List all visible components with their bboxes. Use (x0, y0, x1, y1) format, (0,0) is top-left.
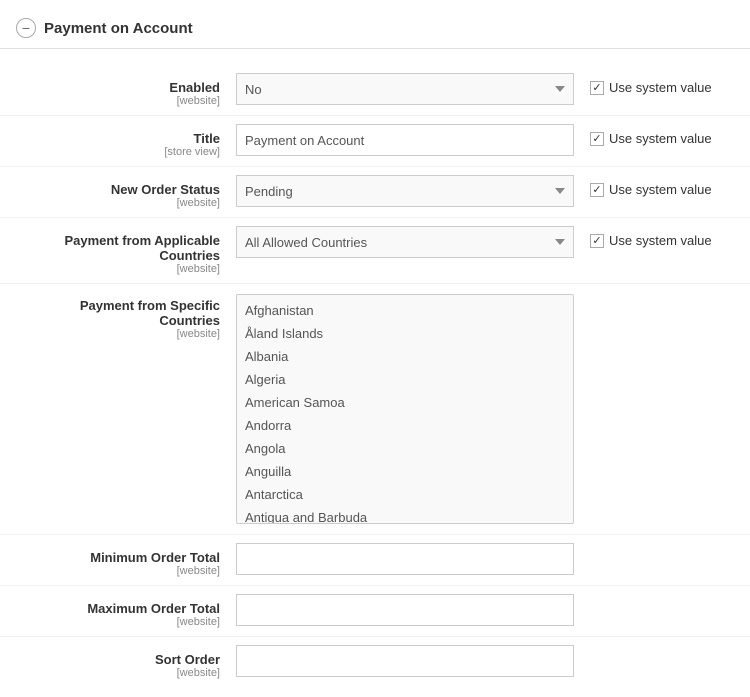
enabled-system-value-cell: Use system value (574, 73, 734, 95)
payment-applicable-countries-input-cell: All Allowed Countries Specific Countries (236, 226, 574, 258)
title-input-cell (236, 124, 574, 156)
payment-specific-countries-label: Payment from Specific Countries (16, 298, 220, 328)
section-container: Payment on Account Enabled [website] No … (0, 10, 750, 687)
maximum-order-total-input-cell (236, 594, 574, 626)
payment-applicable-countries-label: Payment from Applicable Countries (16, 233, 220, 263)
title-label-cell: Title [store view] (16, 124, 236, 158)
title-system-value-cell: Use system value (574, 124, 734, 146)
title-system-checkbox[interactable] (590, 132, 604, 146)
maximum-order-total-input[interactable] (236, 594, 574, 626)
section-title: Payment on Account (44, 20, 193, 37)
title-row: Title [store view] Use system value (0, 115, 750, 166)
payment-specific-countries-row: Payment from Specific Countries [website… (0, 283, 750, 534)
enabled-system-label: Use system value (609, 80, 712, 95)
maximum-order-total-scope: [website] (16, 616, 220, 628)
enabled-scope: [website] (16, 95, 220, 107)
country-american-samoa[interactable]: American Samoa (237, 391, 573, 414)
enabled-input-cell: No Yes (236, 73, 574, 105)
sort-order-label-cell: Sort Order [website] (16, 645, 236, 679)
payment-applicable-countries-system-label: Use system value (609, 233, 712, 248)
sort-order-system-value-cell (574, 645, 734, 652)
minimum-order-total-label-cell: Minimum Order Total [website] (16, 543, 236, 577)
country-antarctica[interactable]: Antarctica (237, 483, 573, 506)
sort-order-input-cell (236, 645, 574, 677)
enabled-row: Enabled [website] No Yes Use system valu… (0, 65, 750, 115)
new-order-status-input-cell: Pending Processing Complete (236, 175, 574, 207)
payment-applicable-countries-system-checkbox[interactable] (590, 234, 604, 248)
enabled-label: Enabled (16, 80, 220, 95)
country-angola[interactable]: Angola (237, 437, 573, 460)
sort-order-label: Sort Order (16, 652, 220, 667)
minimum-order-total-input-cell (236, 543, 574, 575)
payment-applicable-countries-select[interactable]: All Allowed Countries Specific Countries (236, 226, 574, 258)
enabled-select[interactable]: No Yes (236, 73, 574, 105)
new-order-status-system-checkbox[interactable] (590, 183, 604, 197)
payment-specific-countries-label-cell: Payment from Specific Countries [website… (16, 294, 236, 340)
payment-specific-countries-system-value-cell (574, 294, 734, 301)
section-header: Payment on Account (0, 10, 750, 49)
title-scope: [store view] (16, 146, 220, 158)
payment-applicable-countries-scope: [website] (16, 263, 220, 275)
payment-applicable-countries-row: Payment from Applicable Countries [websi… (0, 217, 750, 283)
country-albania[interactable]: Albania (237, 345, 573, 368)
minimum-order-total-system-value-cell (574, 543, 734, 550)
country-afghanistan[interactable]: Afghanistan (237, 299, 573, 322)
new-order-status-label: New Order Status (16, 182, 220, 197)
payment-specific-countries-scope: [website] (16, 328, 220, 340)
collapse-button[interactable] (16, 18, 36, 38)
new-order-status-label-cell: New Order Status [website] (16, 175, 236, 209)
minimum-order-total-scope: [website] (16, 565, 220, 577)
sort-order-input[interactable] (236, 645, 574, 677)
maximum-order-total-label: Maximum Order Total (16, 601, 220, 616)
payment-applicable-countries-system-value-cell: Use system value (574, 226, 734, 248)
minimum-order-total-label: Minimum Order Total (16, 550, 220, 565)
country-andorra[interactable]: Andorra (237, 414, 573, 437)
title-system-label: Use system value (609, 131, 712, 146)
title-label: Title (16, 131, 220, 146)
country-aland-islands[interactable]: Åland Islands (237, 322, 573, 345)
new-order-status-scope: [website] (16, 197, 220, 209)
title-input[interactable] (236, 124, 574, 156)
new-order-status-system-label: Use system value (609, 182, 712, 197)
country-antigua-and-barbuda[interactable]: Antigua and Barbuda (237, 506, 573, 524)
maximum-order-total-system-value-cell (574, 594, 734, 601)
new-order-status-system-value-cell: Use system value (574, 175, 734, 197)
payment-applicable-countries-label-cell: Payment from Applicable Countries [websi… (16, 226, 236, 275)
enabled-label-cell: Enabled [website] (16, 73, 236, 107)
payment-specific-countries-multiselect[interactable]: Afghanistan Åland Islands Albania Algeri… (236, 294, 574, 524)
payment-specific-countries-input-cell: Afghanistan Åland Islands Albania Algeri… (236, 294, 574, 524)
maximum-order-total-label-cell: Maximum Order Total [website] (16, 594, 236, 628)
new-order-status-select[interactable]: Pending Processing Complete (236, 175, 574, 207)
enabled-system-checkbox[interactable] (590, 81, 604, 95)
sort-order-scope: [website] (16, 667, 220, 679)
sort-order-row: Sort Order [website] (0, 636, 750, 687)
minimum-order-total-input[interactable] (236, 543, 574, 575)
minimum-order-total-row: Minimum Order Total [website] (0, 534, 750, 585)
country-algeria[interactable]: Algeria (237, 368, 573, 391)
country-anguilla[interactable]: Anguilla (237, 460, 573, 483)
maximum-order-total-row: Maximum Order Total [website] (0, 585, 750, 636)
new-order-status-row: New Order Status [website] Pending Proce… (0, 166, 750, 217)
